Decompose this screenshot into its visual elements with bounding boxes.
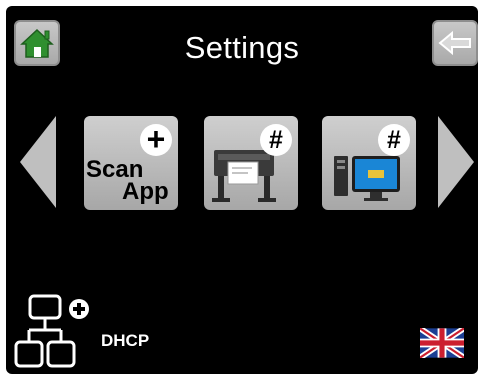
back-button[interactable] [432,20,478,66]
next-page-button[interactable] [438,116,474,213]
network-mode-label: DHCP [101,331,150,350]
hash-badge: # [378,124,410,156]
page-title: Settings [184,30,300,65]
hash-badge: # [260,124,292,156]
triangle-right-icon [438,116,474,208]
device-screen: Settings + Scan App # # DHCP [6,6,478,374]
add-badge: + [140,123,172,156]
previous-page-button[interactable] [20,116,56,213]
computer-tile[interactable]: # [322,116,416,210]
printer-tile[interactable]: # [204,116,298,210]
back-arrow-icon [438,30,471,56]
triangle-left-icon [20,116,56,208]
language-button[interactable] [418,325,466,363]
add-network-icon [69,299,89,319]
uk-flag-icon [418,325,466,361]
scan-app-label-line2: App [122,178,169,205]
network-tree-icon [14,294,76,368]
scan-app-tile[interactable]: + Scan App [84,116,178,210]
